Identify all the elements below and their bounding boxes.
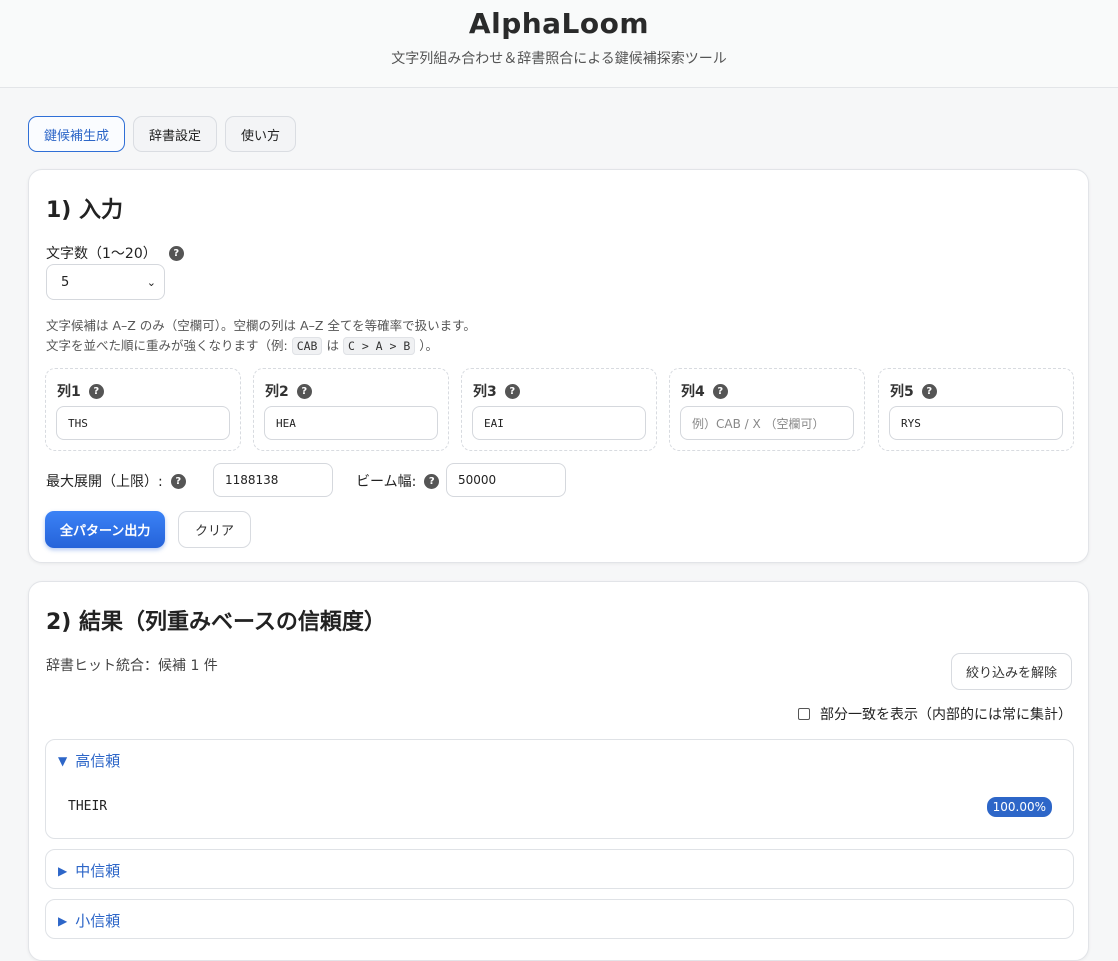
help-icon[interactable]: ?	[168, 245, 184, 261]
partial-match-checkbox[interactable]	[798, 708, 810, 720]
help-icon[interactable]: ?	[424, 473, 440, 489]
clear-filter-button[interactable]: 絞り込みを解除	[950, 653, 1072, 690]
help-icon[interactable]: ?	[921, 383, 937, 399]
result-word[interactable]: THEIR	[68, 799, 107, 814]
result-heading: 2) 結果（列重みベースの信頼度）	[46, 610, 386, 635]
clear-button[interactable]: クリア	[178, 511, 252, 548]
result-card: 2) 結果（列重みベースの信頼度） 辞書ヒット統合：候補 1 件 絞り込みを解除…	[28, 581, 1089, 961]
input-card: 1) 入力 文字数（1〜20） ? 5 ⌄ 文字候補は A–Z のみ（空欄可）。…	[28, 169, 1089, 563]
column-box-5: 列5? RYS	[878, 368, 1074, 451]
column-box-2: 列2? HEA	[253, 368, 449, 451]
confidence-badge: 100.00%	[986, 797, 1052, 817]
column-5-input[interactable]: RYS	[889, 406, 1063, 440]
column-box-3: 列3? EAI	[461, 368, 657, 451]
max-expand-input[interactable]: 1188138	[213, 463, 333, 497]
partial-match-toggle[interactable]: 部分一致を表示（内部的には常に集計）	[798, 704, 1072, 724]
app-subtitle: 文字列組み合わせ＆辞書照合による鍵候補探索ツール	[391, 51, 727, 67]
hint-code-example: CAB	[291, 337, 323, 355]
input-hint: 文字候補は A–Z のみ（空欄可）。空欄の列は A–Z 全てを等確率で扱います。…	[46, 316, 476, 356]
group-high-confidence: ▼ 高信頼 THEIR 100.00%	[45, 739, 1074, 839]
tab-bar: 鍵候補生成 辞書設定 使い方	[28, 116, 297, 152]
column-1-input[interactable]: THS	[56, 406, 230, 440]
column-label: 列4	[681, 384, 705, 400]
beam-label-row: ビーム幅: ?	[356, 471, 440, 491]
beam-label: ビーム幅:	[356, 474, 417, 490]
app-header: AlphaLoom 文字列組み合わせ＆辞書照合による鍵候補探索ツール	[0, 0, 1118, 88]
hint-line-2: 文字を並べた順に重みが強くなります（例: CAB は C > A > B ）。	[46, 337, 439, 355]
length-select[interactable]: 5 ⌄	[46, 264, 165, 300]
hint-code-order: C > A > B	[342, 337, 416, 355]
column-label: 列5	[890, 384, 914, 400]
result-summary: 辞書ヒット統合：候補 1 件	[46, 658, 218, 674]
group-label: 中信頼	[75, 862, 121, 880]
column-box-1: 列1? THS	[45, 368, 241, 451]
group-high-toggle[interactable]: ▼ 高信頼	[58, 750, 120, 771]
group-label: 高信頼	[75, 752, 121, 770]
length-select-value: 5	[61, 274, 70, 290]
help-icon[interactable]: ?	[296, 383, 312, 399]
column-3-input[interactable]: EAI	[472, 406, 646, 440]
column-label: 列1	[57, 384, 81, 400]
max-expand-label: 最大展開（上限）:	[46, 474, 163, 490]
group-medium-confidence: ▶ 中信頼	[45, 849, 1074, 889]
group-medium-toggle[interactable]: ▶ 中信頼	[58, 860, 120, 881]
tab-dictionary-settings[interactable]: 辞書設定	[133, 116, 218, 152]
group-label: 小信頼	[75, 912, 121, 930]
help-icon[interactable]: ?	[504, 383, 520, 399]
beam-width-input[interactable]: 50000	[446, 463, 566, 497]
help-icon[interactable]: ?	[88, 383, 104, 399]
column-4-input[interactable]: 例）CAB / X （空欄可）	[680, 406, 854, 440]
app-title: AlphaLoom	[468, 7, 650, 40]
column-label: 列2	[265, 384, 289, 400]
help-icon[interactable]: ?	[170, 473, 186, 489]
group-low-confidence: ▶ 小信頼	[45, 899, 1074, 939]
help-icon[interactable]: ?	[712, 383, 728, 399]
column-label: 列3	[473, 384, 497, 400]
triangle-down-icon: ▼	[58, 753, 68, 768]
output-all-button[interactable]: 全パターン出力	[45, 511, 166, 548]
max-expand-label-row: 最大展開（上限）: ?	[46, 471, 186, 491]
triangle-right-icon: ▶	[58, 913, 68, 928]
group-low-toggle[interactable]: ▶ 小信頼	[58, 910, 120, 931]
partial-match-label: 部分一致を表示（内部的には常に集計）	[820, 707, 1072, 723]
input-heading: 1) 入力	[46, 198, 124, 223]
column-2-input[interactable]: HEA	[264, 406, 438, 440]
column-box-4: 列4? 例）CAB / X （空欄可）	[669, 368, 865, 451]
triangle-right-icon: ▶	[58, 863, 68, 878]
length-label: 文字数（1〜20）	[46, 246, 157, 262]
chevron-down-icon: ⌄	[146, 275, 156, 289]
length-label-row: 文字数（1〜20） ?	[46, 243, 184, 263]
tab-key-generation[interactable]: 鍵候補生成	[28, 116, 126, 152]
tab-usage[interactable]: 使い方	[225, 116, 297, 152]
hint-line-1: 文字候補は A–Z のみ（空欄可）。空欄の列は A–Z 全てを等確率で扱います。	[46, 318, 476, 333]
